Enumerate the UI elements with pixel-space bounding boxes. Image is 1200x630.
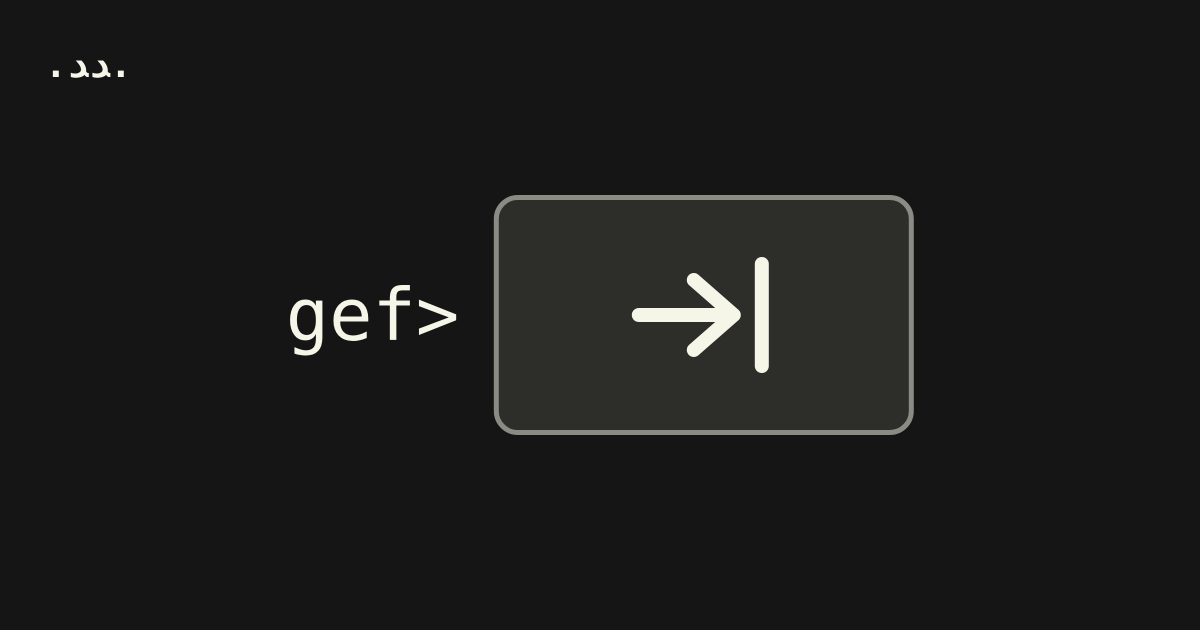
command-prompt: gef>: [286, 273, 459, 357]
tab-key-button[interactable]: [494, 195, 914, 435]
tab-arrow-icon: [619, 250, 789, 380]
prompt-text: gef>: [286, 273, 459, 357]
main-content: gef>: [286, 195, 914, 435]
logo: .ﺪﺪ.: [45, 55, 132, 77]
logo-text: .ﺪﺪ.: [45, 45, 132, 86]
